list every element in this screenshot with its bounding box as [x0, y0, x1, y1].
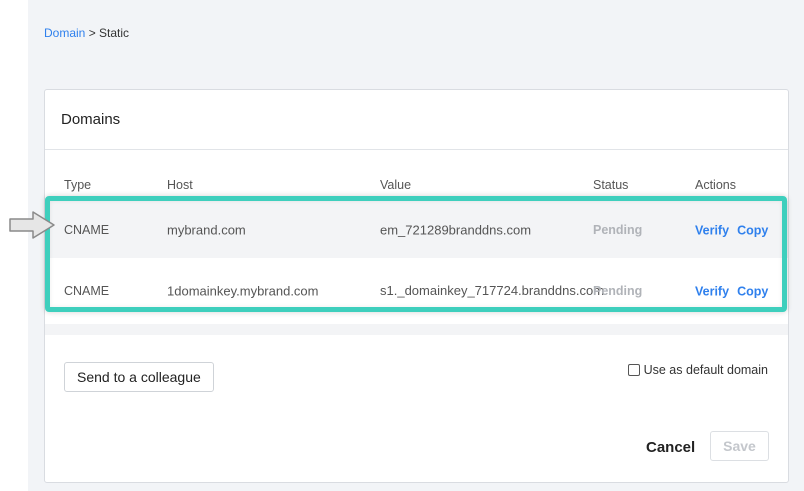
send-to-colleague-button[interactable]: Send to a colleague: [64, 362, 214, 392]
row-type: CNAME: [64, 284, 110, 298]
breadcrumb-separator: >: [85, 26, 100, 40]
pointer-arrow-icon: [9, 211, 55, 239]
row-value: s1._domainkey_717724.branddns.com: [380, 283, 605, 298]
header-actions: Actions: [695, 178, 736, 192]
row-type: CNAME: [64, 222, 110, 237]
breadcrumb: Domain > Static: [44, 26, 129, 40]
breadcrumb-link-domain[interactable]: Domain: [44, 26, 85, 40]
verify-link[interactable]: Verify: [695, 285, 729, 299]
row-actions: Verify Copy: [695, 222, 776, 237]
default-domain-option[interactable]: Use as default domain: [627, 363, 768, 377]
row-host: mybrand.com: [167, 222, 246, 237]
cancel-button[interactable]: Cancel: [646, 439, 695, 456]
header-type: Type: [64, 178, 92, 192]
row-actions: Verify Copy: [695, 284, 776, 299]
breadcrumb-current: Static: [99, 26, 130, 40]
header-status: Status: [593, 178, 629, 192]
table-header: Type Host Value Status Actions: [45, 178, 788, 192]
table-row: CNAME 1domainkey.mybrand.com s1._domaink…: [45, 258, 788, 324]
copy-link[interactable]: Copy: [737, 223, 768, 237]
header-value: Value: [380, 178, 412, 192]
default-domain-checkbox[interactable]: [627, 364, 640, 376]
row-value: em_721289branddns.com: [380, 222, 532, 237]
card-title: Domains: [45, 90, 788, 150]
save-button[interactable]: Save: [710, 431, 769, 461]
status-badge: Pending: [593, 222, 643, 237]
copy-link[interactable]: Copy: [737, 285, 768, 299]
default-domain-label: Use as default domain: [643, 363, 768, 377]
verify-link[interactable]: Verify: [695, 223, 729, 237]
status-badge: Pending: [593, 284, 643, 298]
row-host: 1domainkey.mybrand.com: [167, 283, 319, 299]
table-row: CNAME mybrand.com em_721289branddns.com …: [45, 201, 788, 258]
table-row-spacer: [45, 324, 788, 335]
header-host: Host: [167, 178, 193, 192]
domains-card: Domains Type Host Value Status Actions C…: [44, 89, 789, 483]
